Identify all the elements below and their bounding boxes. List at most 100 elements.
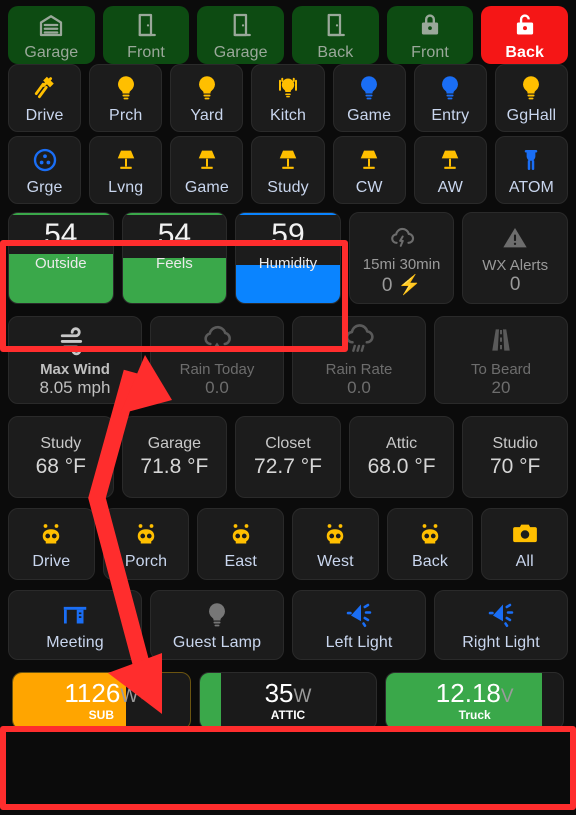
weather-gauge-humidity[interactable]: 59 Humidity <box>235 212 341 304</box>
temperature-name: Studio <box>492 435 538 452</box>
weather-gauge-feels[interactable]: 54 Feels <box>121 212 228 304</box>
spotlight-icon <box>486 598 516 632</box>
light-label: Lvng <box>108 179 144 196</box>
temperature-value: 72.7 °F <box>254 455 322 478</box>
camera-tile-drive[interactable]: Drive <box>8 508 95 580</box>
robot-icon <box>36 517 66 551</box>
power-gauge-reading: 35W <box>265 679 312 707</box>
misc-tile-right-light[interactable]: Right Light <box>434 590 568 660</box>
light-tile-gghall[interactable]: GgHall <box>494 64 568 132</box>
power-gauge-name: SUB <box>88 708 114 723</box>
bulb-icon <box>111 71 141 105</box>
weather-name: Outside <box>34 254 87 272</box>
lightning-tile[interactable]: 15mi 30min 0 ⚡ <box>348 212 455 304</box>
weather-value: 54 <box>44 218 78 251</box>
power-gauge-truck[interactable]: 12.18V Truck <box>385 672 565 730</box>
light-tile-prch[interactable]: Prch <box>89 64 163 132</box>
sensor-tile-rain-rate[interactable]: Rain Rate 0.0 <box>292 316 426 404</box>
misc-tile-guest-lamp[interactable]: Guest Lamp <box>150 590 284 660</box>
doors-row: Garage Front Garage Back Front Back <box>0 0 576 64</box>
temperature-tile-study[interactable]: Study 68 °F <box>8 416 114 498</box>
camera-tile-porch[interactable]: Porch <box>102 508 190 580</box>
sensor-value: 0.0 <box>347 377 371 397</box>
bulb-icon <box>435 71 465 105</box>
power-gauge-attic[interactable]: 35W ATTIC <box>198 672 378 730</box>
camera-label: West <box>317 553 354 570</box>
camera-label: Porch <box>124 553 168 570</box>
temperature-tile-attic[interactable]: Attic 68.0 °F <box>348 416 455 498</box>
cameras-row: Drive Porch East West Back All <box>0 508 576 586</box>
light-tile-game[interactable]: Game <box>170 136 244 204</box>
gauge-top-border <box>236 213 340 215</box>
camera-tile-west[interactable]: West <box>292 508 379 580</box>
light-tile-aw[interactable]: AW <box>413 136 487 204</box>
light-tile-atom[interactable]: ATOM <box>494 136 568 204</box>
gauge-top-border <box>9 213 113 215</box>
lock-open-icon <box>510 8 540 42</box>
led-strip-icon <box>30 143 60 177</box>
light-label: ATOM <box>508 179 554 196</box>
door-tile-garage-0[interactable]: Garage <box>8 6 95 64</box>
door-tile-garage-2[interactable]: Garage <box>197 6 285 64</box>
power-unit: V <box>500 686 514 708</box>
camera-tile-east[interactable]: East <box>197 508 285 580</box>
sensors-row: Max Wind 8.05 mph Rain Today 0.0 Rain Rate 0.… <box>0 316 576 412</box>
garage-door-icon <box>36 8 66 42</box>
temperature-tile-closet[interactable]: Closet 72.7 °F <box>235 416 341 498</box>
weather-gauge-outside[interactable]: 54 Outside <box>8 212 114 304</box>
power-gauge-sub[interactable]: 1126W SUB <box>12 672 191 730</box>
tile-line-2: 0 <box>509 273 521 295</box>
sensor-value: 0.0 <box>205 377 229 397</box>
bulb-icon <box>192 71 222 105</box>
temperature-name: Attic <box>386 435 418 452</box>
light-tile-game[interactable]: Game <box>332 64 406 132</box>
door-label: Garage <box>24 44 79 61</box>
temperature-value: 71.8 °F <box>140 455 209 478</box>
weather-name: Humidity <box>258 254 318 272</box>
door-tile-back-5[interactable]: Back <box>481 6 569 64</box>
misc-tile-left-light[interactable]: Left Light <box>292 590 426 660</box>
light-label: AW <box>437 179 463 196</box>
sensor-tile-to-beard[interactable]: To Beard 20 <box>434 316 568 404</box>
camera-tile-all[interactable]: All <box>481 508 569 580</box>
power-unit: W <box>120 686 139 708</box>
door-tile-back-3[interactable]: Back <box>292 6 379 64</box>
sensor-label: Rain Rate <box>325 360 393 378</box>
light-tile-lvng[interactable]: Lvng <box>89 136 163 204</box>
sensor-tile-rain-today[interactable]: Rain Today 0.0 <box>150 316 284 404</box>
tile-line-1: 15mi 30min <box>362 255 441 273</box>
light-tile-cw[interactable]: CW <box>332 136 406 204</box>
door-label: Garage <box>213 44 268 61</box>
warning-triangle-icon <box>501 221 529 255</box>
light-label: Game <box>347 107 392 124</box>
desk-icon <box>60 598 90 632</box>
door-label: Back <box>317 44 354 61</box>
door-label: Front <box>127 44 165 61</box>
light-tile-kitch[interactable]: Kitch <box>251 64 325 132</box>
wx-alerts-tile[interactable]: WX Alerts 0 <box>462 212 568 304</box>
power-gauge-reading: 12.18V <box>436 679 514 708</box>
light-tile-study[interactable]: Study <box>251 136 325 204</box>
light-tile-grge[interactable]: Grge <box>8 136 82 204</box>
misc-label: Left Light <box>325 634 393 651</box>
sensor-tile-max-wind[interactable]: Max Wind 8.05 mph <box>8 316 142 404</box>
gauge-top-border <box>122 213 227 215</box>
power-gauge-fill <box>199 673 221 729</box>
power-gauge-text: 1126W SUB <box>64 679 139 723</box>
temperature-tile-studio[interactable]: Studio 70 °F <box>462 416 568 498</box>
door-tile-front-1[interactable]: Front <box>102 6 190 64</box>
power-row: 1126W SUB 35W ATTIC 12.18V Truck <box>0 672 576 738</box>
temperature-value: 68.0 °F <box>367 455 436 478</box>
light-tile-drive[interactable]: Drive <box>8 64 82 132</box>
misc-tile-meeting[interactable]: Meeting <box>8 590 142 660</box>
weather-row: 54 Outside 54 Feels 59 Humidity 15mi 30min 0 ⚡ W… <box>0 212 576 312</box>
temperature-row: Study 68 °F Garage 71.8 °F Closet 72.7 °F Atti… <box>0 416 576 504</box>
power-gauge-name: Truck <box>458 708 491 723</box>
camera-tile-back[interactable]: Back <box>386 508 474 580</box>
light-tile-entry[interactable]: Entry <box>413 64 487 132</box>
light-tile-yard[interactable]: Yard <box>170 64 244 132</box>
door-tile-front-4[interactable]: Front <box>386 6 474 64</box>
temperature-name: Garage <box>147 435 202 452</box>
power-gauge-text: 12.18V Truck <box>436 679 514 723</box>
temperature-tile-garage[interactable]: Garage 71.8 °F <box>121 416 228 498</box>
